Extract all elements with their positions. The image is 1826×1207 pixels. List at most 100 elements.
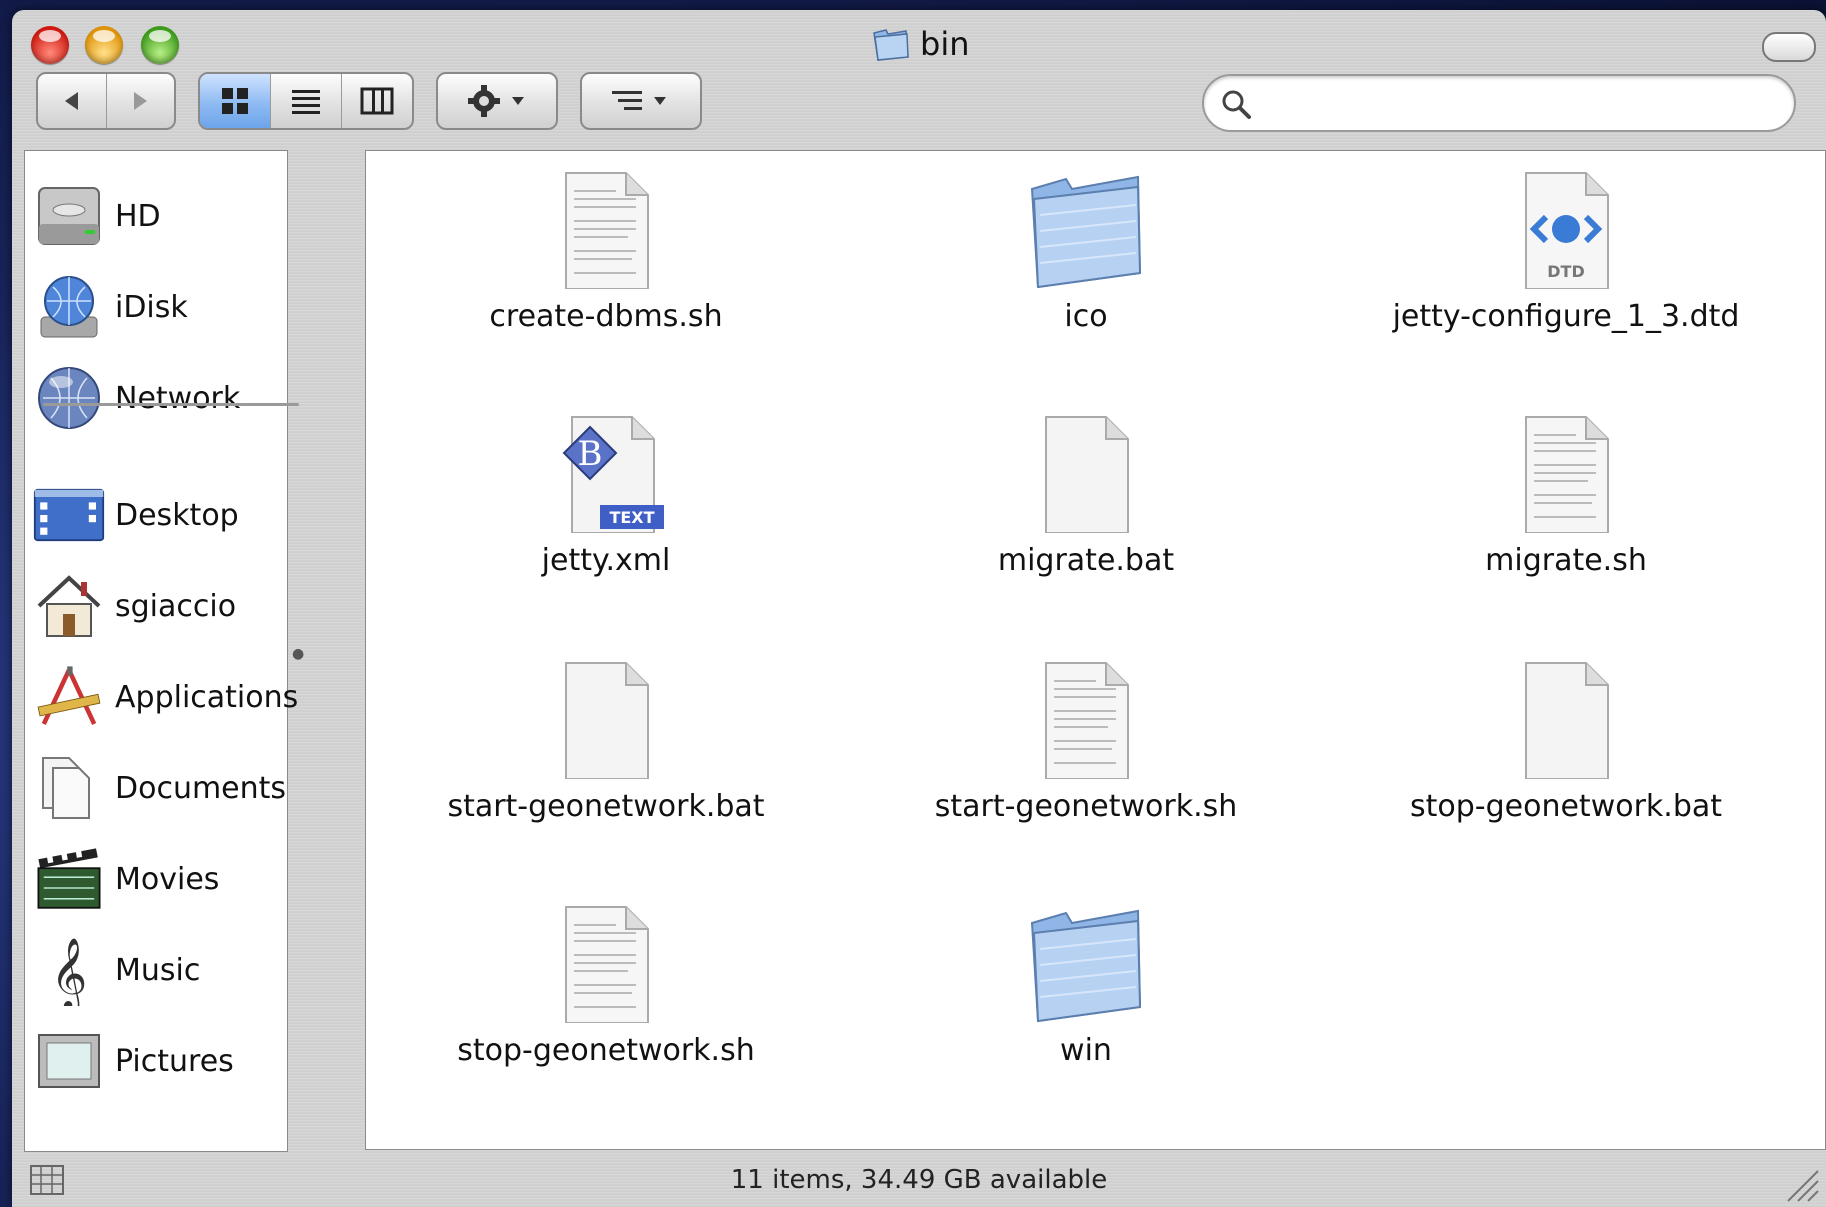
- dtd-badge: DTD: [1547, 262, 1584, 281]
- documents-icon: [33, 752, 105, 824]
- file-item-migrate-sh[interactable]: migrate.sh: [1326, 413, 1806, 613]
- file-item-migrate-bat[interactable]: migrate.bat: [846, 413, 1326, 613]
- text-document-icon: [1525, 416, 1609, 533]
- file-item-start-geonetwork-sh[interactable]: start-geonetwork.sh: [846, 659, 1326, 859]
- file-name: migrate.bat: [997, 543, 1175, 578]
- file-name: jetty-configure_1_3.dtd: [1392, 299, 1740, 334]
- sidebar-item-label: Network: [115, 380, 241, 416]
- pictures-icon: [33, 1025, 105, 1097]
- sidebar-item-pictures[interactable]: Pictures: [33, 1022, 283, 1100]
- sidebar-item-label: Desktop: [115, 497, 239, 533]
- svg-text:𝄞: 𝄞: [51, 936, 88, 1006]
- file-item-jetty-configure-dtd[interactable]: DTD jetty-configure_1_3.dtd: [1326, 169, 1806, 369]
- folder-icon: [873, 29, 909, 61]
- toolbar-toggle-button[interactable]: [1762, 32, 1816, 62]
- sidebar-item-label: HD: [115, 198, 161, 234]
- view-mode-group: [198, 72, 414, 130]
- sidebar-item-hd[interactable]: HD: [33, 177, 283, 255]
- back-arrow-icon: [64, 92, 78, 110]
- file-name: create-dbms.sh: [489, 299, 723, 334]
- sidebar-item-label: Movies: [115, 861, 220, 897]
- sidebar-item-applications[interactable]: Applications: [33, 658, 298, 736]
- status-bar: 11 items, 34.49 GB available: [12, 1151, 1826, 1207]
- blank-document-icon: [1525, 662, 1609, 779]
- sidebar: HD iDisk Network Desktop sgiaccio Applic…: [24, 150, 299, 1152]
- bbedit-text-icon: B TEXT: [562, 416, 664, 533]
- action-button-face: [438, 74, 556, 128]
- file-name: jetty.xml: [541, 543, 671, 578]
- file-name: win: [1060, 1033, 1112, 1068]
- close-button[interactable]: [31, 26, 69, 64]
- text-badge: TEXT: [609, 508, 654, 527]
- file-item-win[interactable]: win: [846, 903, 1326, 1103]
- file-name: stop-geonetwork.bat: [1409, 789, 1723, 824]
- desktop-icon: [33, 479, 105, 551]
- column-view-button[interactable]: [342, 74, 412, 128]
- resize-grip-icon[interactable]: [1780, 1163, 1820, 1203]
- status-text: 11 items, 34.49 GB available: [730, 1165, 1108, 1195]
- arrange-icon: [612, 91, 666, 110]
- idisk-icon: [33, 271, 105, 343]
- file-item-stop-geonetwork-sh[interactable]: stop-geonetwork.sh: [366, 903, 846, 1103]
- back-button[interactable]: [38, 74, 107, 128]
- back-forward-group: [36, 72, 176, 130]
- file-item-create-dbms[interactable]: create-dbms.sh: [366, 169, 846, 369]
- minimize-button[interactable]: [85, 26, 123, 64]
- sidebar-item-label: Applications: [115, 679, 299, 715]
- svg-text:B: B: [578, 434, 603, 474]
- list-view-icon: [292, 90, 320, 114]
- sidebar-item-label: Music: [115, 952, 201, 988]
- column-view-icon: [360, 87, 394, 115]
- folder-icon: [1030, 175, 1142, 289]
- folder-icon: [1030, 909, 1142, 1023]
- dtd-document-icon: DTD: [1525, 172, 1609, 289]
- sidebar-item-desktop[interactable]: Desktop: [33, 476, 283, 554]
- sidebar-item-network[interactable]: Network: [33, 359, 283, 437]
- gear-icon: [468, 85, 524, 117]
- sidebar-item-label: Documents: [115, 770, 287, 806]
- forward-arrow-icon: [134, 92, 148, 110]
- text-document-icon: [565, 906, 649, 1023]
- search-input[interactable]: [1264, 86, 1768, 122]
- search-icon: [1222, 90, 1251, 119]
- music-icon: 𝄞: [33, 934, 105, 1006]
- hard-drive-icon: [33, 180, 105, 252]
- file-name: stop-geonetwork.sh: [457, 1033, 755, 1068]
- arrange-menu-button[interactable]: [580, 72, 702, 130]
- file-name: migrate.sh: [1485, 543, 1647, 578]
- window-title: bin: [872, 24, 969, 64]
- file-item-stop-geonetwork-bat[interactable]: stop-geonetwork.bat: [1326, 659, 1806, 859]
- blank-document-icon: [1045, 416, 1129, 533]
- file-item-ico[interactable]: ico: [846, 169, 1326, 369]
- window-title-text: bin: [920, 25, 970, 63]
- file-item-start-geonetwork-bat[interactable]: start-geonetwork.bat: [366, 659, 846, 859]
- search-field[interactable]: [1202, 74, 1796, 132]
- sidebar-item-music[interactable]: 𝄞 Music: [33, 931, 283, 1009]
- finder-window: bin HD iDisk Network Desktop sgiaccio Ap…: [12, 10, 1826, 1207]
- applications-icon: [33, 661, 105, 733]
- file-icon-view: create-dbms.sh ico DTD jetty-configure_1…: [365, 150, 1826, 1150]
- icon-view-button[interactable]: [200, 74, 271, 128]
- file-item-jetty-xml[interactable]: B TEXT jetty.xml: [366, 413, 846, 613]
- home-icon: [33, 570, 105, 642]
- sidebar-item-label: iDisk: [115, 289, 188, 325]
- arrange-button-face: [582, 74, 700, 128]
- sidebar-item-movies[interactable]: Movies: [33, 840, 283, 918]
- blank-document-icon: [565, 662, 649, 779]
- icon-view-icon: [222, 88, 248, 114]
- action-menu-button[interactable]: [436, 72, 558, 130]
- sidebar-item-documents[interactable]: Documents: [33, 749, 287, 827]
- list-view-button[interactable]: [271, 74, 342, 128]
- file-name: start-geonetwork.bat: [447, 789, 765, 824]
- sidebar-item-label: Pictures: [115, 1043, 234, 1079]
- zoom-button[interactable]: [141, 26, 179, 64]
- forward-button[interactable]: [107, 74, 175, 128]
- network-icon: [33, 362, 105, 434]
- sidebar-divider: [43, 403, 299, 406]
- sidebar-item-idisk[interactable]: iDisk: [33, 268, 283, 346]
- text-document-icon: [1045, 662, 1129, 779]
- movies-icon: [33, 843, 105, 915]
- sidebar-splitter-handle[interactable]: ●: [292, 646, 304, 666]
- sidebar-item-label: sgiaccio: [115, 588, 237, 624]
- sidebar-item-home[interactable]: sgiaccio: [33, 567, 283, 645]
